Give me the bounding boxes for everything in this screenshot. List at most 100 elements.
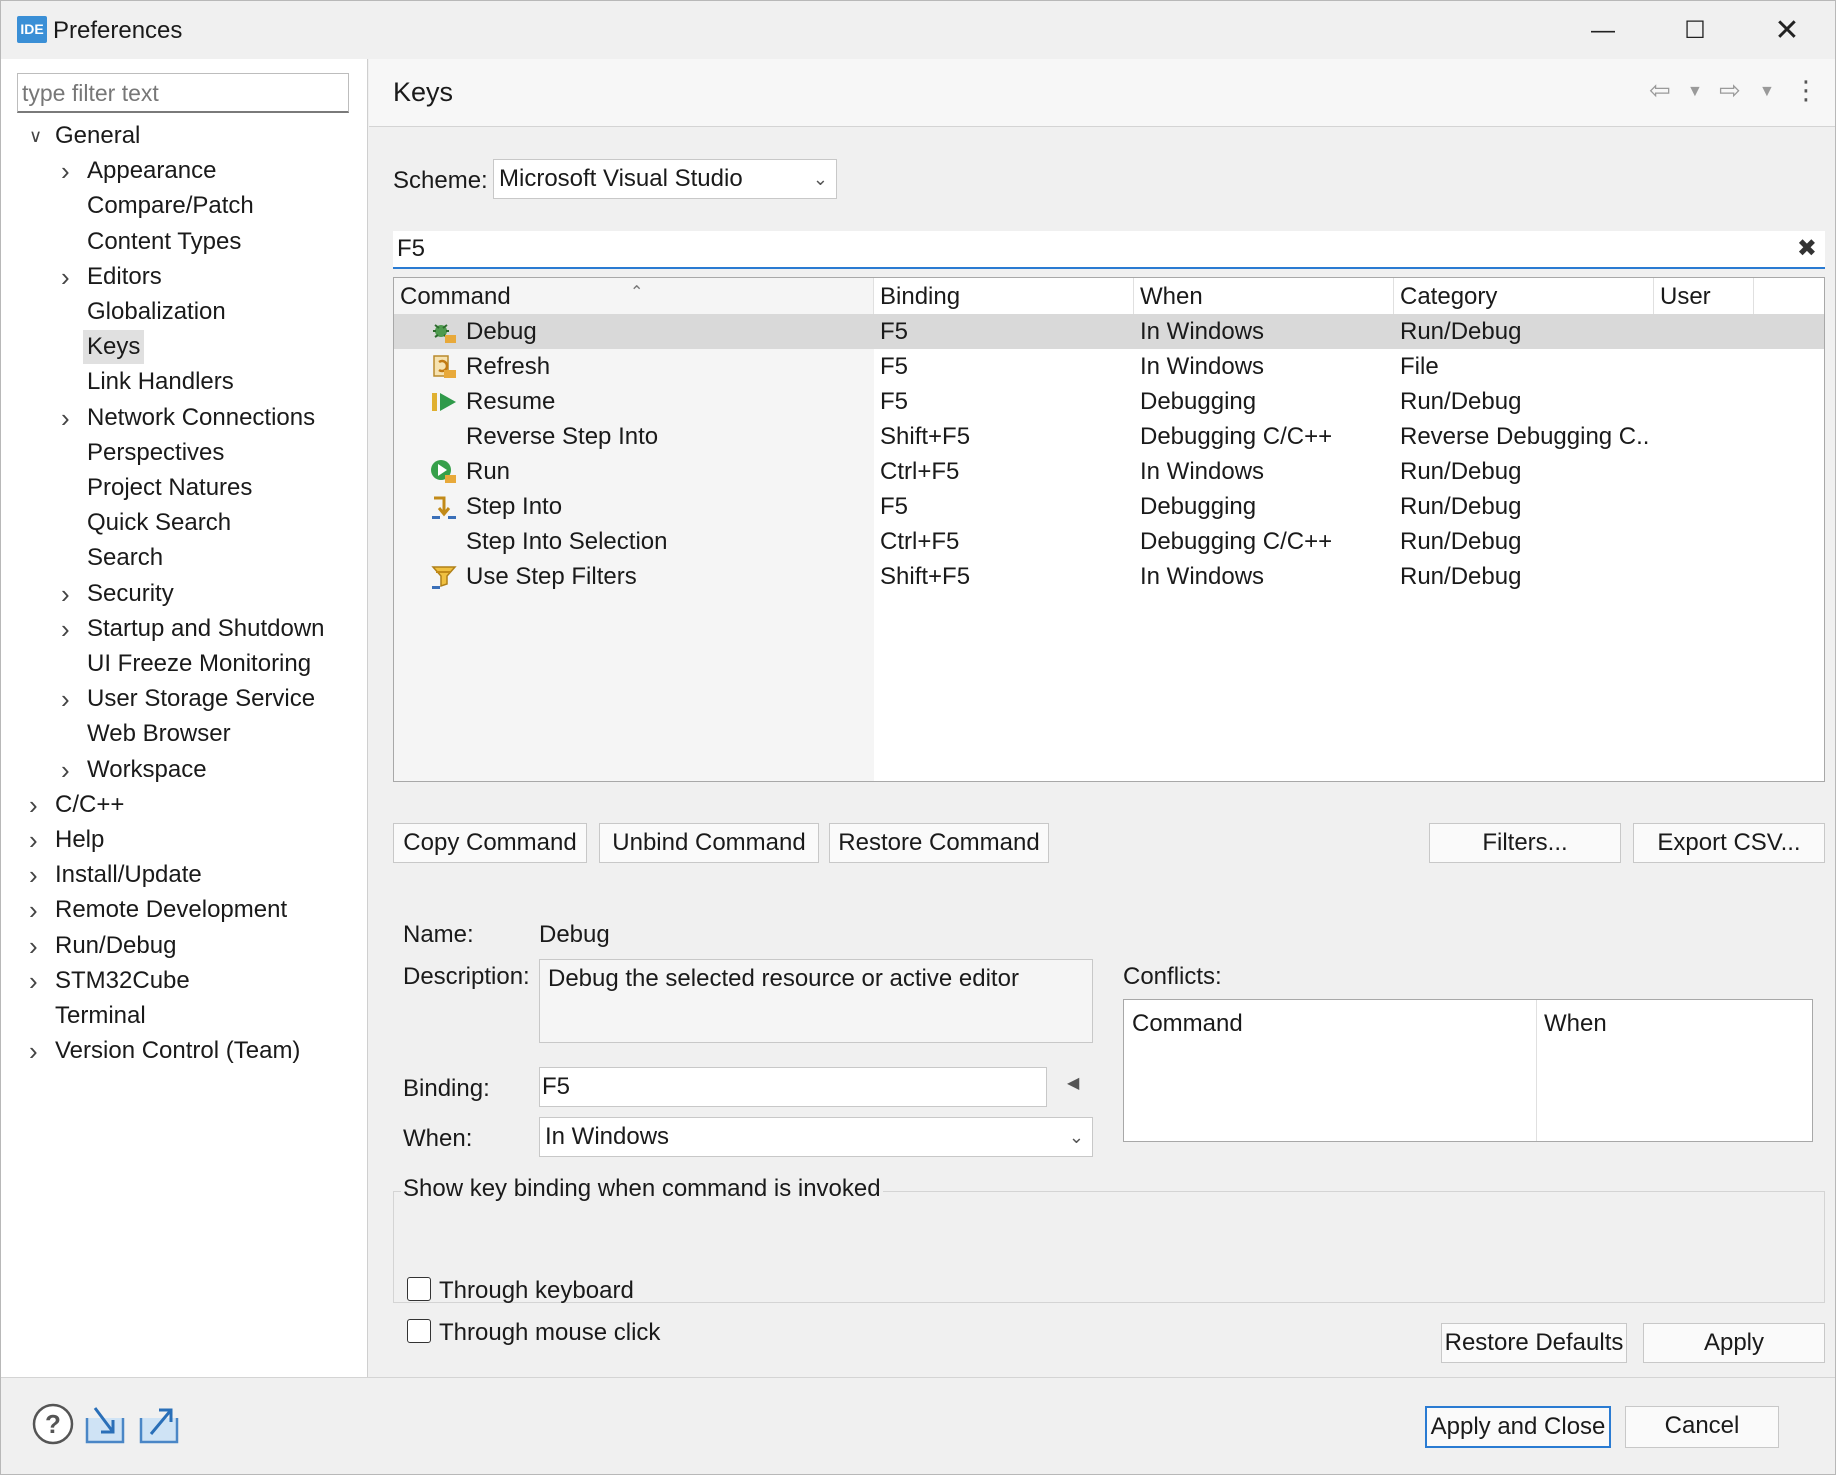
export-icon[interactable] — [137, 1402, 181, 1446]
cell-binding: F5 — [880, 388, 909, 415]
table-row[interactable]: Step Into F5 Debugging Run/Debug — [394, 489, 1824, 524]
chevron-right-icon[interactable]: › — [29, 788, 45, 822]
debug-icon — [430, 319, 458, 345]
chevron-right-icon[interactable]: › — [61, 577, 77, 611]
copy-command-button[interactable]: Copy Command — [393, 823, 587, 863]
apply-and-close-button[interactable]: Apply and Close — [1425, 1406, 1611, 1448]
forward-arrow-icon[interactable]: ⇨ — [1719, 75, 1741, 106]
help-icon[interactable]: ? — [31, 1402, 75, 1446]
back-arrow-icon[interactable]: ⇦ — [1649, 75, 1671, 106]
title-bar: IDE Preferences — ☐ ✕ — [1, 1, 1835, 59]
table-row[interactable]: Reverse Step Into Shift+F5 Debugging C/C++… — [394, 419, 1824, 454]
import-icon[interactable] — [83, 1402, 127, 1446]
chevron-right-icon[interactable]: › — [29, 1034, 45, 1068]
cell-category: Run/Debug — [1400, 318, 1522, 345]
close-icon[interactable]: ✕ — [1759, 11, 1815, 51]
table-row[interactable]: Refresh F5 In Windows File — [394, 349, 1824, 384]
description-label: Description: — [403, 963, 530, 990]
cell-user — [1660, 314, 1760, 349]
cell-command: Step Into Selection — [466, 528, 668, 555]
chevron-right-icon[interactable]: › — [61, 753, 77, 787]
conflicts-column-command[interactable]: Command — [1132, 1010, 1243, 1038]
table-row[interactable]: Resume F5 Debugging Run/Debug — [394, 384, 1824, 419]
column-header-command[interactable]: Command ⌃ — [394, 278, 874, 314]
show-key-binding-title: Show key binding when command is invoked — [401, 1175, 883, 1203]
cell-binding: F5 — [880, 318, 909, 345]
filter-input[interactable]: type filter text — [17, 73, 349, 113]
tree-item-label: C/C++ — [55, 790, 125, 818]
tree-item-label: User Storage Service — [87, 685, 316, 713]
cell-when: In Windows — [1140, 353, 1265, 380]
cell-category: Reverse Debugging C... — [1400, 423, 1650, 450]
tree-item-label: STM32Cube — [55, 966, 190, 994]
forward-dropdown-icon[interactable]: ▼ — [1759, 83, 1775, 101]
table-row[interactable]: Step Into Selection Ctrl+F5 Debugging C/C+… — [394, 524, 1824, 559]
cell-command: Reverse Step Into — [466, 423, 659, 450]
cell-command: Step Into — [466, 493, 563, 520]
keys-search-input[interactable]: F5 ✖ — [393, 231, 1825, 269]
table-row[interactable]: Use Step Filters Shift+F5 In Windows Run/De… — [394, 559, 1824, 594]
chevron-right-icon[interactable]: › — [61, 154, 77, 188]
restore-command-button[interactable]: Restore Command — [829, 823, 1049, 863]
resume-icon — [430, 389, 458, 415]
cancel-button[interactable]: Cancel — [1625, 1406, 1779, 1448]
apply-button[interactable]: Apply — [1643, 1323, 1825, 1363]
chevron-right-icon[interactable]: › — [61, 401, 77, 435]
column-header-binding[interactable]: Binding — [874, 278, 1134, 314]
chevron-right-icon[interactable]: › — [61, 260, 77, 294]
through-mouse-label[interactable]: Through mouse click — [439, 1319, 660, 1347]
through-mouse-checkbox[interactable] — [407, 1319, 431, 1343]
column-header-when[interactable]: When — [1134, 278, 1394, 314]
dialog-footer: ? Apply and Close Cancel — [1, 1377, 1835, 1474]
cell-category: Run/Debug — [1400, 528, 1522, 555]
through-keyboard-checkbox[interactable] — [407, 1277, 431, 1301]
chevron-right-icon[interactable]: › — [61, 682, 77, 716]
chevron-right-icon[interactable]: › — [29, 929, 45, 963]
chevron-right-icon[interactable]: › — [29, 823, 45, 857]
tree-item-label: Help — [55, 826, 105, 853]
minimize-icon[interactable]: — — [1575, 11, 1631, 51]
conflicts-column-divider — [1536, 1000, 1537, 1141]
cell-category: Run/Debug — [1400, 493, 1522, 520]
window-title: Preferences — [53, 17, 183, 44]
tree-item-label: Version Control (Team) — [55, 1037, 301, 1065]
export-csv-button[interactable]: Export CSV... — [1633, 823, 1825, 863]
tree-item-label: Network Connections — [87, 403, 316, 431]
cell-binding: Shift+F5 — [880, 563, 971, 590]
table-row[interactable]: Debug F5 In Windows Run/Debug — [394, 314, 1824, 349]
binding-menu-icon[interactable]: ◀ — [1067, 1073, 1079, 1093]
chevron-right-icon[interactable]: › — [29, 893, 45, 927]
back-dropdown-icon[interactable]: ▼ — [1687, 83, 1703, 101]
cell-binding: Ctrl+F5 — [880, 528, 960, 555]
chevron-right-icon[interactable]: › — [29, 964, 45, 998]
tree-item-label: Compare/Patch — [87, 192, 254, 220]
tree-item-label: Workspace — [87, 755, 207, 783]
unbind-command-button[interactable]: Unbind Command — [599, 823, 819, 863]
tree-item-label: Security — [87, 579, 174, 607]
when-select[interactable]: In Windows ⌄ — [539, 1117, 1093, 1157]
conflicts-column-when[interactable]: When — [1544, 1010, 1607, 1038]
clear-search-icon[interactable]: ✖ — [1797, 231, 1817, 267]
cell-command: Resume — [466, 388, 556, 415]
binding-field[interactable]: F5 — [539, 1067, 1047, 1107]
more-options-icon[interactable]: ⋮ — [1793, 75, 1819, 106]
filters-button[interactable]: Filters... — [1429, 823, 1621, 863]
chevron-right-icon[interactable]: › — [61, 612, 77, 646]
tree-item-label: Run/Debug — [55, 931, 177, 959]
maximize-icon[interactable]: ☐ — [1667, 11, 1723, 51]
column-header-category[interactable]: Category — [1394, 278, 1654, 314]
restore-defaults-button[interactable]: Restore Defaults — [1441, 1323, 1627, 1363]
column-header-user[interactable]: User — [1654, 278, 1754, 314]
cell-user — [1660, 489, 1760, 524]
scheme-select[interactable]: Microsoft Visual Studio ⌄ — [493, 159, 837, 199]
table-row[interactable]: Run Ctrl+F5 In Windows Run/Debug — [394, 454, 1824, 489]
cell-user — [1660, 349, 1760, 384]
description-field[interactable]: Debug the selected resource or active ed… — [539, 959, 1093, 1043]
tree-item-label: Editors — [87, 262, 162, 290]
cell-when: In Windows — [1140, 563, 1265, 590]
cell-command: Run — [466, 458, 511, 485]
cell-user — [1660, 454, 1760, 489]
chevron-down-icon[interactable]: ∨ — [29, 119, 45, 153]
chevron-right-icon[interactable]: › — [29, 858, 45, 892]
through-keyboard-label[interactable]: Through keyboard — [439, 1277, 634, 1305]
